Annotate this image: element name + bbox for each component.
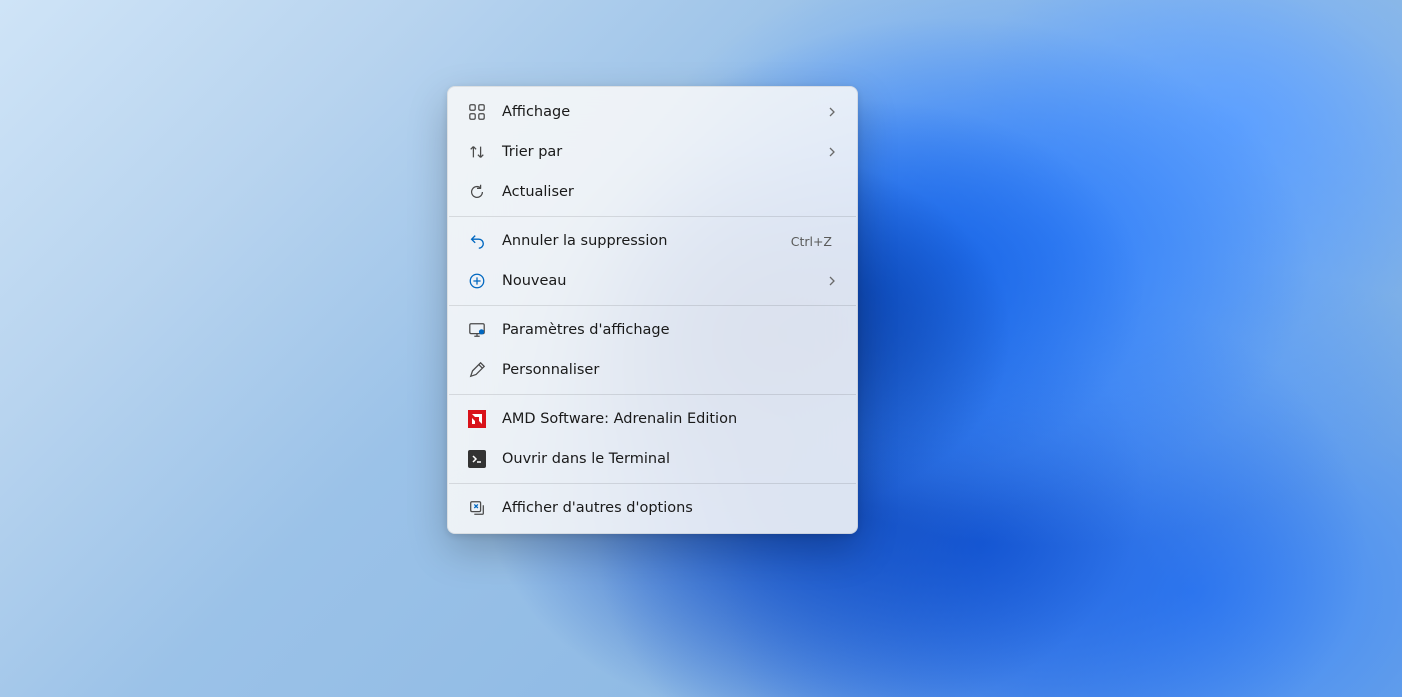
chevron-right-icon xyxy=(826,107,838,117)
menu-item-label: Trier par xyxy=(502,144,826,160)
new-icon xyxy=(467,271,487,291)
terminal-icon xyxy=(467,449,487,469)
menu-item-undo[interactable]: Annuler la suppression Ctrl+Z xyxy=(453,221,852,261)
chevron-right-icon xyxy=(826,276,838,286)
menu-item-label: Annuler la suppression xyxy=(502,233,791,249)
menu-item-refresh[interactable]: Actualiser xyxy=(453,172,852,212)
undo-icon xyxy=(467,231,487,251)
menu-item-view[interactable]: Affichage xyxy=(453,92,852,132)
menu-item-label: AMD Software: Adrenalin Edition xyxy=(502,411,838,427)
menu-item-open-terminal[interactable]: Ouvrir dans le Terminal xyxy=(453,439,852,479)
menu-item-label: Ouvrir dans le Terminal xyxy=(502,451,838,467)
refresh-icon xyxy=(467,182,487,202)
menu-item-label: Actualiser xyxy=(502,184,838,200)
more-options-icon xyxy=(467,498,487,518)
desktop-context-menu: Affichage Trier par xyxy=(447,86,858,534)
view-icon xyxy=(467,102,487,122)
menu-separator xyxy=(449,483,856,484)
desktop-wallpaper[interactable]: Affichage Trier par xyxy=(0,0,1402,697)
menu-item-label: Afficher d'autres d'options xyxy=(502,500,838,516)
menu-item-shortcut: Ctrl+Z xyxy=(791,234,832,249)
personalize-icon xyxy=(467,360,487,380)
menu-item-amd-software[interactable]: AMD Software: Adrenalin Edition xyxy=(453,399,852,439)
menu-item-label: Affichage xyxy=(502,104,826,120)
amd-icon xyxy=(467,409,487,429)
menu-item-label: Paramètres d'affichage xyxy=(502,322,838,338)
sort-icon xyxy=(467,142,487,162)
display-settings-icon xyxy=(467,320,487,340)
menu-item-display-settings[interactable]: Paramètres d'affichage xyxy=(453,310,852,350)
menu-item-personalize[interactable]: Personnaliser xyxy=(453,350,852,390)
menu-separator xyxy=(449,394,856,395)
menu-item-label: Personnaliser xyxy=(502,362,838,378)
menu-item-show-more-options[interactable]: Afficher d'autres d'options xyxy=(453,488,852,528)
menu-item-new[interactable]: Nouveau xyxy=(453,261,852,301)
menu-separator xyxy=(449,305,856,306)
menu-item-label: Nouveau xyxy=(502,273,826,289)
menu-item-sort[interactable]: Trier par xyxy=(453,132,852,172)
chevron-right-icon xyxy=(826,147,838,157)
menu-separator xyxy=(449,216,856,217)
